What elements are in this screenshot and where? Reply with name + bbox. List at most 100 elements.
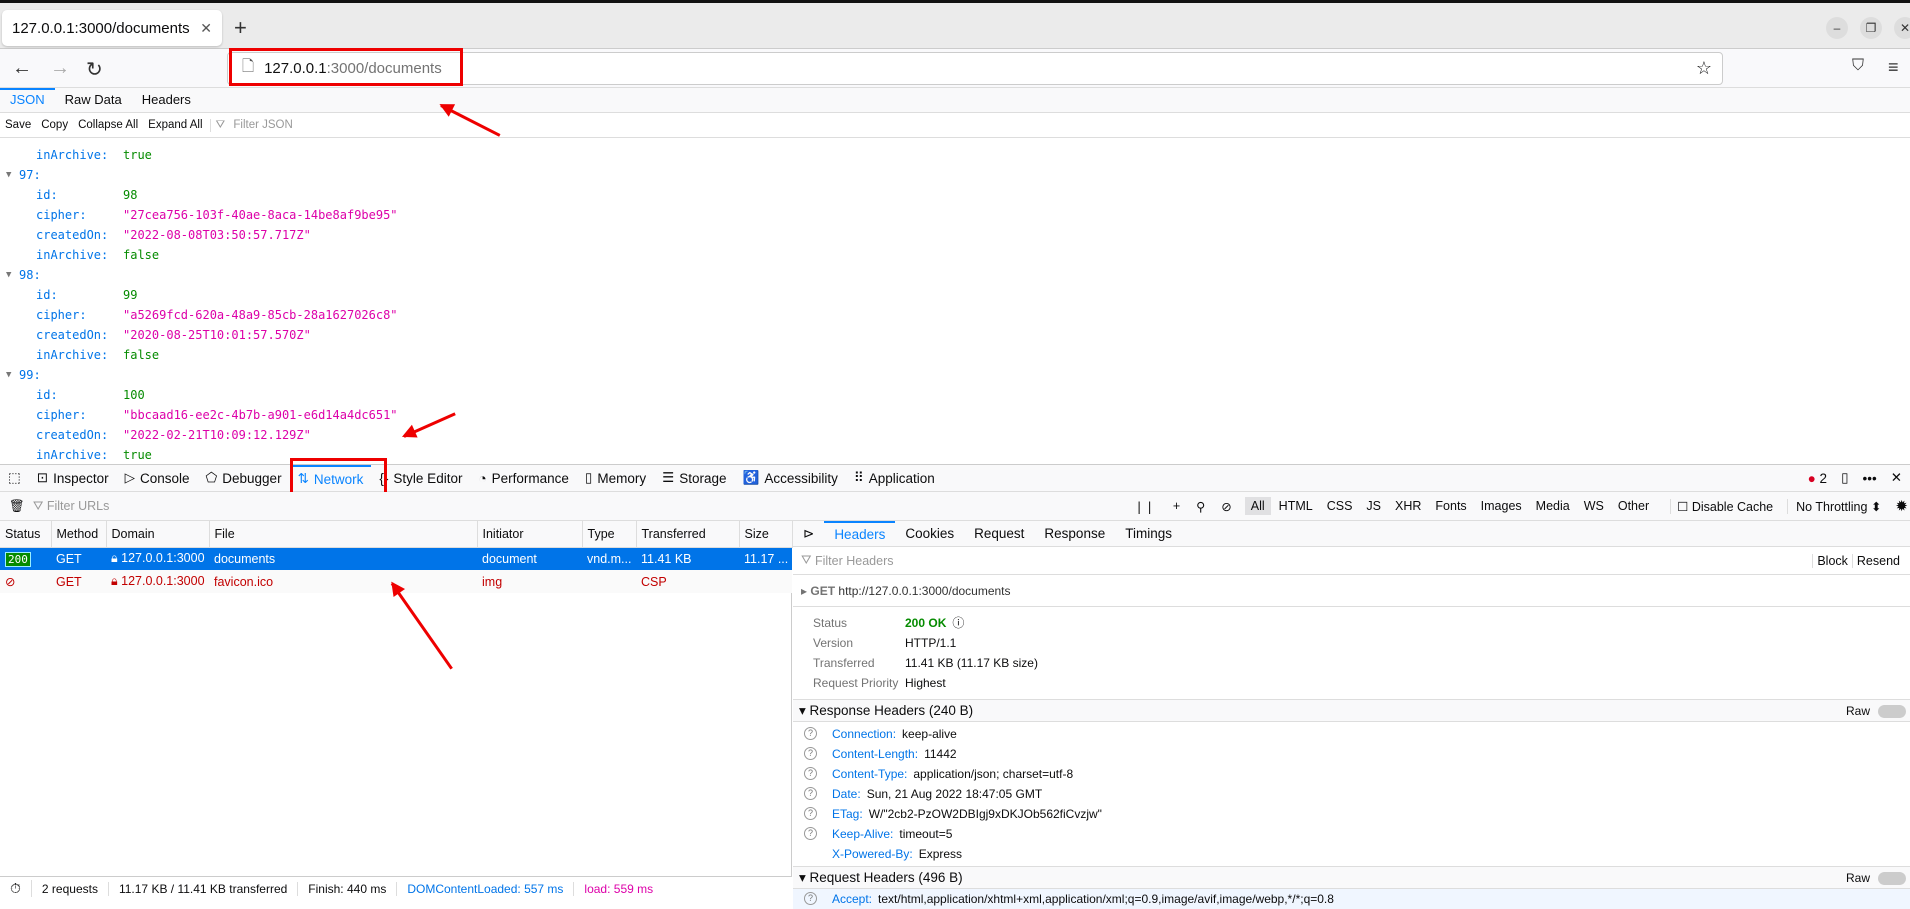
save-button[interactable]: Save (0, 119, 36, 131)
close-devtools-icon[interactable]: ✕ (1891, 470, 1902, 486)
filter-ws[interactable]: WS (1578, 497, 1610, 515)
more-options-icon[interactable]: ••• (1863, 471, 1877, 486)
help-icon[interactable]: ? (804, 747, 817, 760)
header-name: Keep-Alive: timeout=5 (832, 824, 952, 844)
column-header-initiator[interactable]: Initiator (477, 521, 583, 548)
filter-json-input[interactable]: ⛛ Filter JSON (209, 118, 303, 132)
request-headers-section[interactable]: ▾ Request Headers (496 B) Raw (793, 866, 1910, 889)
help-icon[interactable]: ? (804, 892, 817, 905)
add-icon[interactable]: + (1173, 499, 1180, 513)
browser-tab[interactable]: 127.0.0.1:3000/documents ✕ (2, 10, 222, 46)
details-tab-response[interactable]: Response (1034, 521, 1115, 546)
settings-gear-icon[interactable]: ✹ (1895, 497, 1908, 515)
disable-cache-checkbox[interactable]: ☐ Disable Cache (1670, 498, 1773, 514)
help-icon[interactable]: ? (804, 767, 817, 780)
initiator-cell: document (477, 547, 582, 570)
close-window-icon[interactable]: ✕ (1894, 17, 1910, 39)
column-header-size[interactable]: Size (739, 521, 793, 548)
filter-headers-input[interactable]: ⛛ Filter Headers Block Resend (793, 547, 1910, 575)
tab-inspector[interactable]: ⊡ Inspector (29, 465, 117, 491)
request-headers-list: ? Accept: text/html,application/xhtml+xml,… (793, 889, 1910, 909)
collapse-triangle-icon[interactable]: ▼ (6, 265, 11, 285)
header-row: ? Date: Sun, 21 Aug 2022 18:47:05 GMT (793, 784, 1910, 804)
resend-button[interactable]: Resend (1851, 553, 1904, 568)
bookmark-star-icon[interactable]: ☆ (1696, 58, 1712, 79)
table-row[interactable]: 200 GET 🔒︎ 127.0.0.1:3000 documents document… (0, 547, 792, 570)
raw-toggle[interactable] (1878, 705, 1906, 718)
element-picker-icon[interactable]: ⬚ (0, 465, 29, 491)
filter-media[interactable]: Media (1530, 497, 1576, 515)
help-icon[interactable]: ⓘ (952, 616, 964, 630)
minimize-icon[interactable]: – (1826, 17, 1848, 39)
filter-fonts[interactable]: Fonts (1429, 497, 1472, 515)
collapse-triangle-icon[interactable]: ▼ (6, 365, 11, 385)
tab-debugger[interactable]: ⬠ Debugger (198, 465, 290, 491)
block-icon[interactable]: ⊘ (1221, 499, 1231, 514)
details-tab-headers[interactable]: Headers (824, 521, 896, 546)
responsive-design-icon[interactable]: ▯ (1841, 470, 1848, 486)
filter-html[interactable]: HTML (1273, 497, 1319, 515)
details-tab-request[interactable]: Request (964, 521, 1034, 546)
transferred-value: CSP (641, 574, 667, 589)
file-cell: favicon.ico (209, 570, 477, 593)
filter-css[interactable]: CSS (1321, 497, 1359, 515)
header-key: Connection: (832, 727, 897, 741)
expand-all-button[interactable]: Expand All (143, 119, 207, 131)
block-button[interactable]: Block (1812, 553, 1852, 568)
close-tab-icon[interactable]: ✕ (200, 20, 212, 37)
column-header-method[interactable]: Method (51, 521, 107, 548)
clear-trash-icon[interactable]: 🗑 (9, 499, 25, 514)
details-tab-cookies[interactable]: Cookies (895, 521, 964, 546)
tab-accessibility[interactable]: ♿ Accessibility (735, 465, 846, 491)
column-header-type[interactable]: Type (582, 521, 637, 548)
json-viewer-tabs: JSON Raw Data Headers (0, 88, 1910, 113)
toggle-sidebar-icon[interactable]: ⊳ (793, 521, 824, 546)
tab-console[interactable]: ▷ Console (117, 465, 198, 491)
column-header-domain[interactable]: Domain (106, 521, 210, 548)
json-value: "bbcaad16-ee2c-4b7b-a901-e6d14a4dc651" (123, 408, 398, 422)
forward-icon[interactable]: → (50, 57, 70, 80)
raw-toggle[interactable] (1878, 872, 1906, 885)
filter-xhr[interactable]: XHR (1389, 497, 1427, 515)
copy-button[interactable]: Copy (36, 119, 73, 131)
column-header-transferred[interactable]: Transferred (636, 521, 740, 548)
tab-performance[interactable]: ◔ Performance (470, 465, 576, 491)
column-header-file[interactable]: File (209, 521, 478, 548)
tab-memory[interactable]: ▯ Memory (577, 465, 654, 491)
search-icon[interactable]: ⚲ (1196, 499, 1205, 514)
header-row: ? ETag: W/"2cb2-PzOW2DBIgj9xDKJOb562fiCvzj… (793, 804, 1910, 824)
tab-storage[interactable]: ☰ Storage (654, 465, 734, 491)
restore-icon[interactable]: ❐ (1860, 17, 1882, 39)
pause-icon[interactable]: ❘❘ (1134, 499, 1155, 514)
collapse-all-button[interactable]: Collapse All (73, 119, 143, 131)
help-icon[interactable]: ? (804, 827, 817, 840)
summary-value: 11.41 KB (11.17 KB size) (905, 653, 1038, 673)
tab-json[interactable]: JSON (0, 88, 55, 112)
request-url-line[interactable]: ▸ GET http://127.0.0.1:3000/documents (793, 575, 1910, 607)
size-value: 11.17 ... (744, 551, 789, 566)
json-value: "2022-02-21T10:09:12.129Z" (123, 428, 311, 442)
tab-application[interactable]: ⠿ Application (846, 465, 943, 491)
help-icon[interactable]: ? (804, 787, 817, 800)
menu-icon[interactable]: ≡ (1888, 57, 1899, 78)
error-count[interactable]: ● 2 (1808, 471, 1827, 486)
column-header-status[interactable]: Status (0, 521, 52, 548)
tab-headers[interactable]: Headers (132, 88, 201, 112)
tab-raw-data[interactable]: Raw Data (55, 88, 132, 112)
throttling-select[interactable]: No Throttling ⬍ (1787, 498, 1881, 514)
header-value: Sun, 21 Aug 2022 18:47:05 GMT (866, 787, 1043, 801)
reload-icon[interactable]: ↻ (86, 57, 103, 82)
filter-all[interactable]: All (1244, 497, 1271, 515)
pocket-icon[interactable]: ⛉ (1852, 57, 1864, 75)
collapse-triangle-icon[interactable]: ▼ (6, 165, 11, 185)
back-icon[interactable]: ← (12, 57, 32, 80)
help-icon[interactable]: ? (804, 727, 817, 740)
help-icon[interactable]: ? (804, 807, 817, 820)
response-headers-section[interactable]: ▾ Response Headers (240 B) Raw (793, 699, 1910, 722)
filter-js[interactable]: JS (1360, 497, 1387, 515)
new-tab-icon[interactable]: + (234, 15, 247, 41)
filter-urls-input[interactable]: ⛛ Filter URLs (33, 499, 110, 514)
filter-images[interactable]: Images (1475, 497, 1528, 515)
details-tab-timings[interactable]: Timings (1115, 521, 1182, 546)
filter-other[interactable]: Other (1612, 497, 1655, 515)
